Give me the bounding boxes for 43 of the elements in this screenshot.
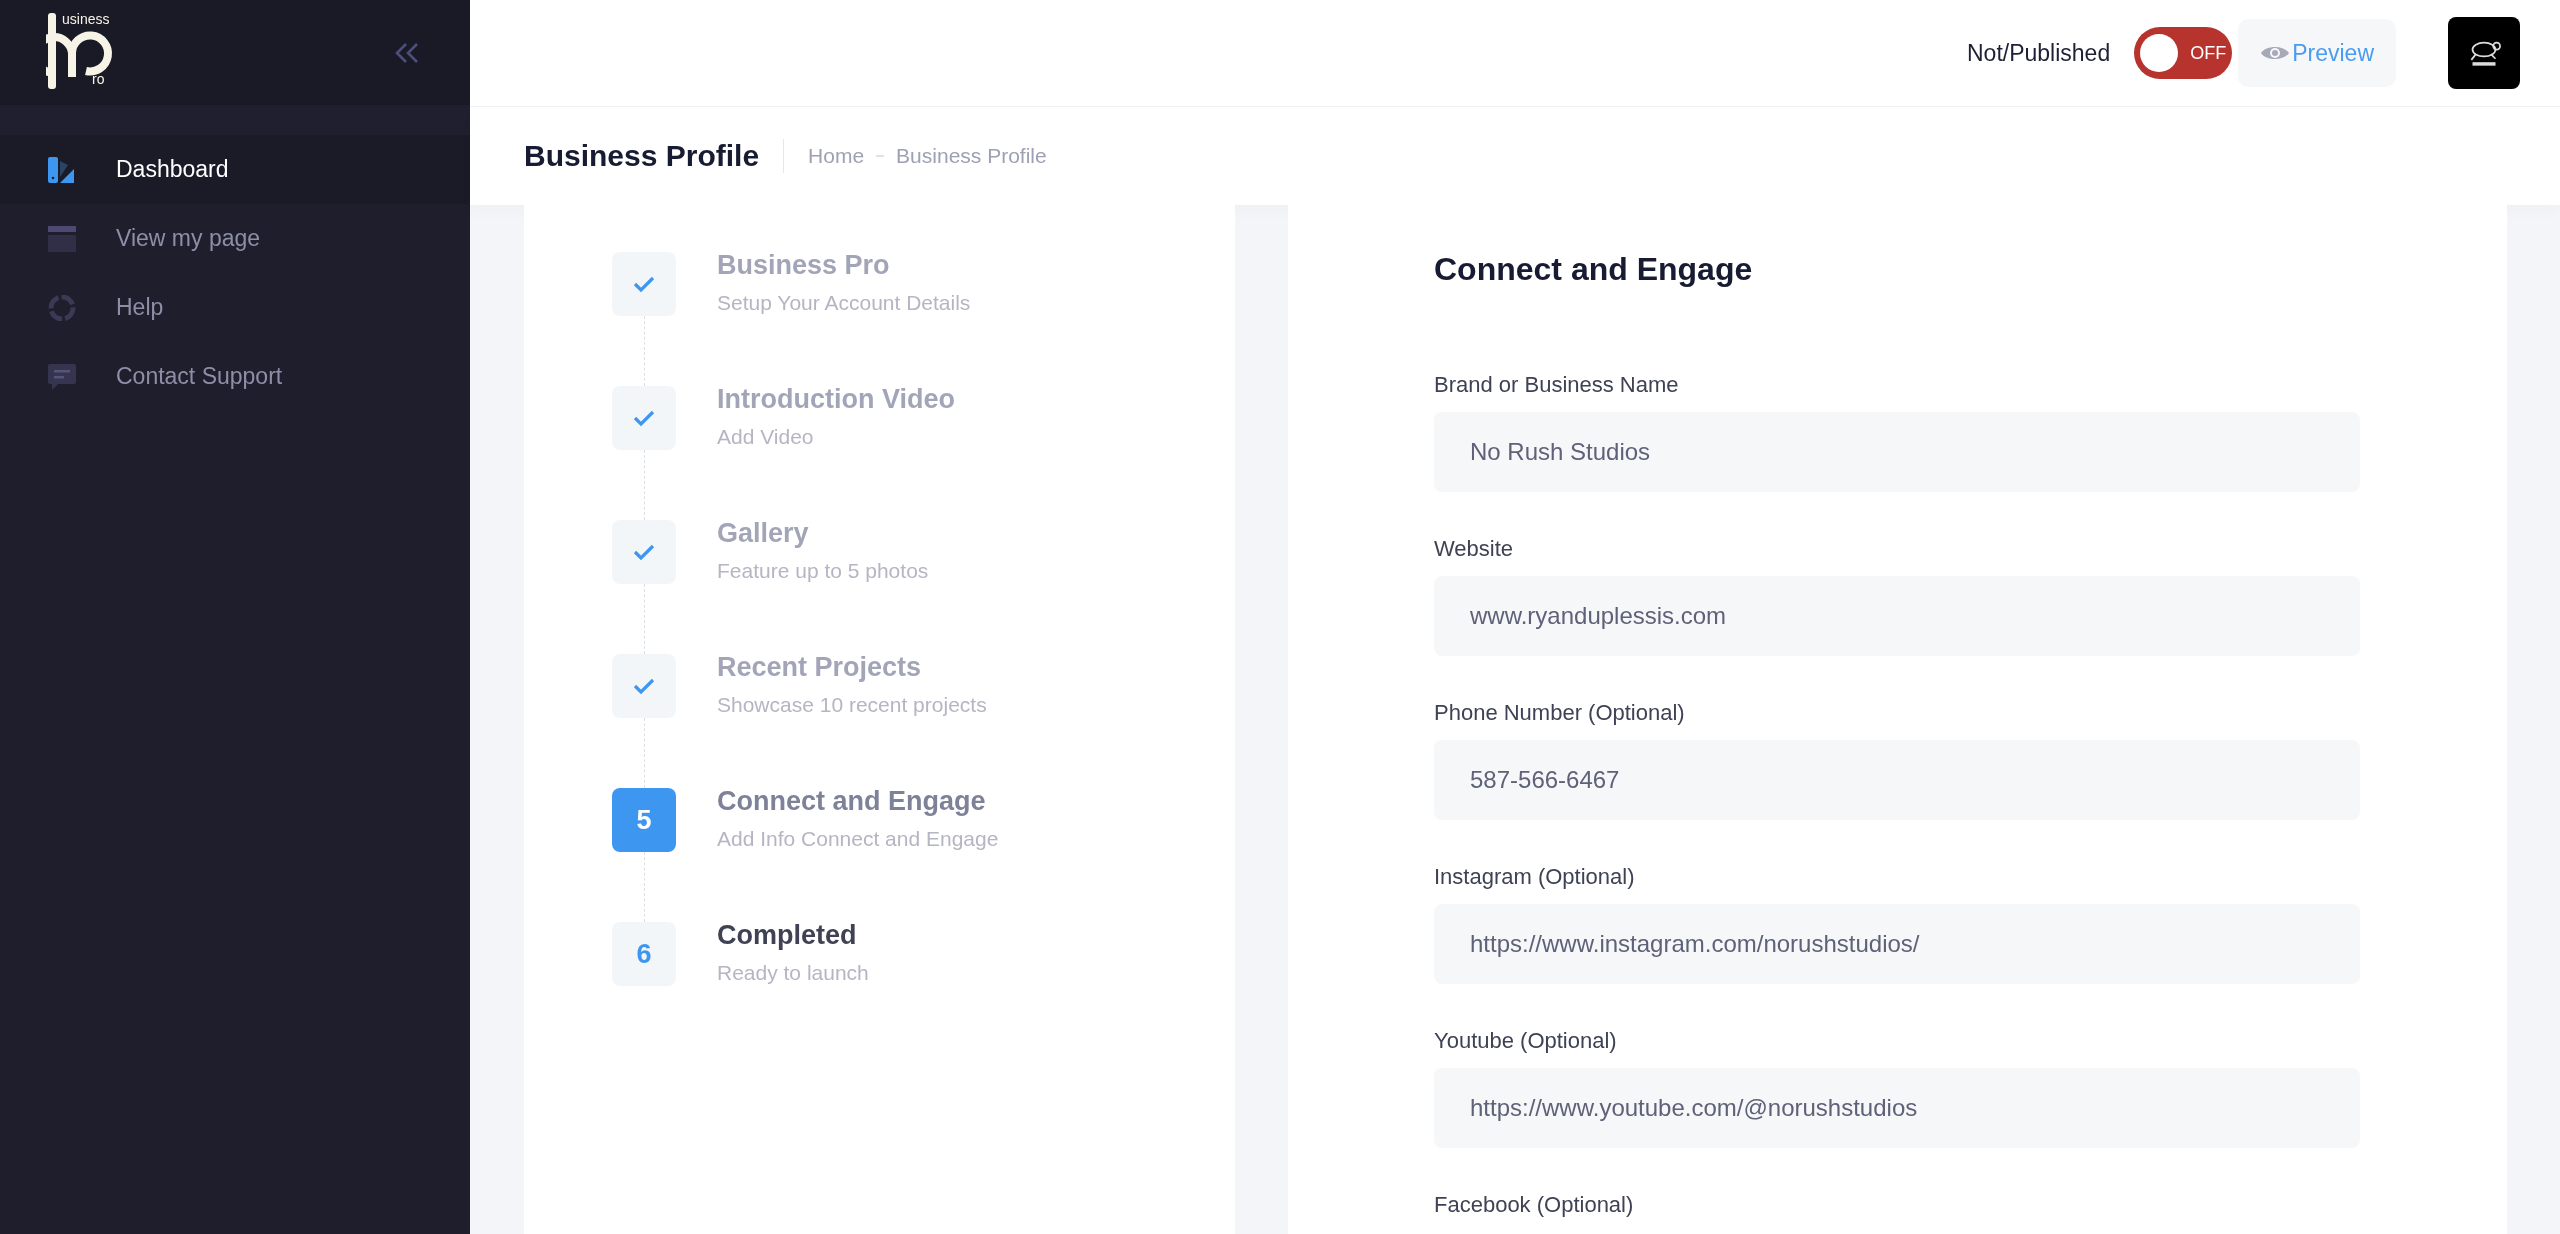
nav-item[interactable]: View my page — [0, 204, 470, 273]
field-label: Facebook (Optional) — [1434, 1191, 1635, 1219]
step-marker: 6 — [612, 922, 676, 986]
page-title: Business Profile — [524, 139, 760, 173]
input-field[interactable]: https://www.youtube.com/@norushstudios — [1434, 1068, 2360, 1148]
field-label: Website — [1434, 535, 1515, 563]
input-field[interactable]: https://www.instagram.com/norushstudios/ — [1434, 904, 2360, 984]
field-label: Phone Number (Optional) — [1434, 699, 1686, 727]
step-subtitle: Add Video — [717, 425, 815, 449]
nav-item[interactable]: Contact Support — [0, 342, 470, 411]
nav-item[interactable]: Help — [0, 273, 470, 342]
input-field[interactable]: 587-566-6467 — [1434, 740, 2360, 820]
step-subtitle: Setup Your Account Details — [717, 291, 971, 315]
avatar-image[interactable] — [2448, 17, 2520, 89]
field-label: Brand or Business Name — [1434, 371, 1680, 399]
step-title: Introduction Video — [717, 384, 955, 415]
form-title: Connect and Engage — [1434, 251, 1754, 288]
window-icon — [48, 225, 76, 252]
step-subtitle: Showcase 10 recent projects — [717, 693, 987, 717]
input-field[interactable]: No Rush Studios — [1434, 412, 2360, 492]
step-subtitle: Add Info Connect and Engage — [717, 827, 999, 851]
chat-icon — [48, 363, 76, 390]
step-subtitle: Feature up to 5 photos — [717, 559, 929, 583]
step-marker: 5 — [612, 788, 676, 852]
step-subtitle: Ready to launch — [717, 961, 869, 985]
check-icon — [633, 543, 655, 561]
step-title: Business Pro — [717, 250, 891, 281]
step-title: Recent Projects — [717, 652, 923, 683]
field-label: Instagram (Optional) — [1434, 863, 1636, 891]
field-label: Youtube (Optional) — [1434, 1027, 1618, 1055]
publish-toggle[interactable]: OFF — [2134, 27, 2233, 79]
check-icon — [633, 275, 655, 293]
publish-label: Not/Published — [1967, 39, 2111, 67]
ring-icon — [48, 294, 76, 321]
step-title: Connect and Engage — [717, 786, 987, 817]
nav-item[interactable]: Dashboard — [0, 135, 470, 204]
check-icon — [633, 409, 655, 427]
step-title: Completed — [717, 920, 858, 951]
logo[interactable]: usiness ro — [46, 6, 126, 99]
check-icon — [633, 677, 655, 695]
step-title: Gallery — [717, 518, 810, 549]
dashboard-icon — [48, 156, 76, 183]
input-field[interactable]: www.ryanduplessis.com — [1434, 576, 2360, 656]
